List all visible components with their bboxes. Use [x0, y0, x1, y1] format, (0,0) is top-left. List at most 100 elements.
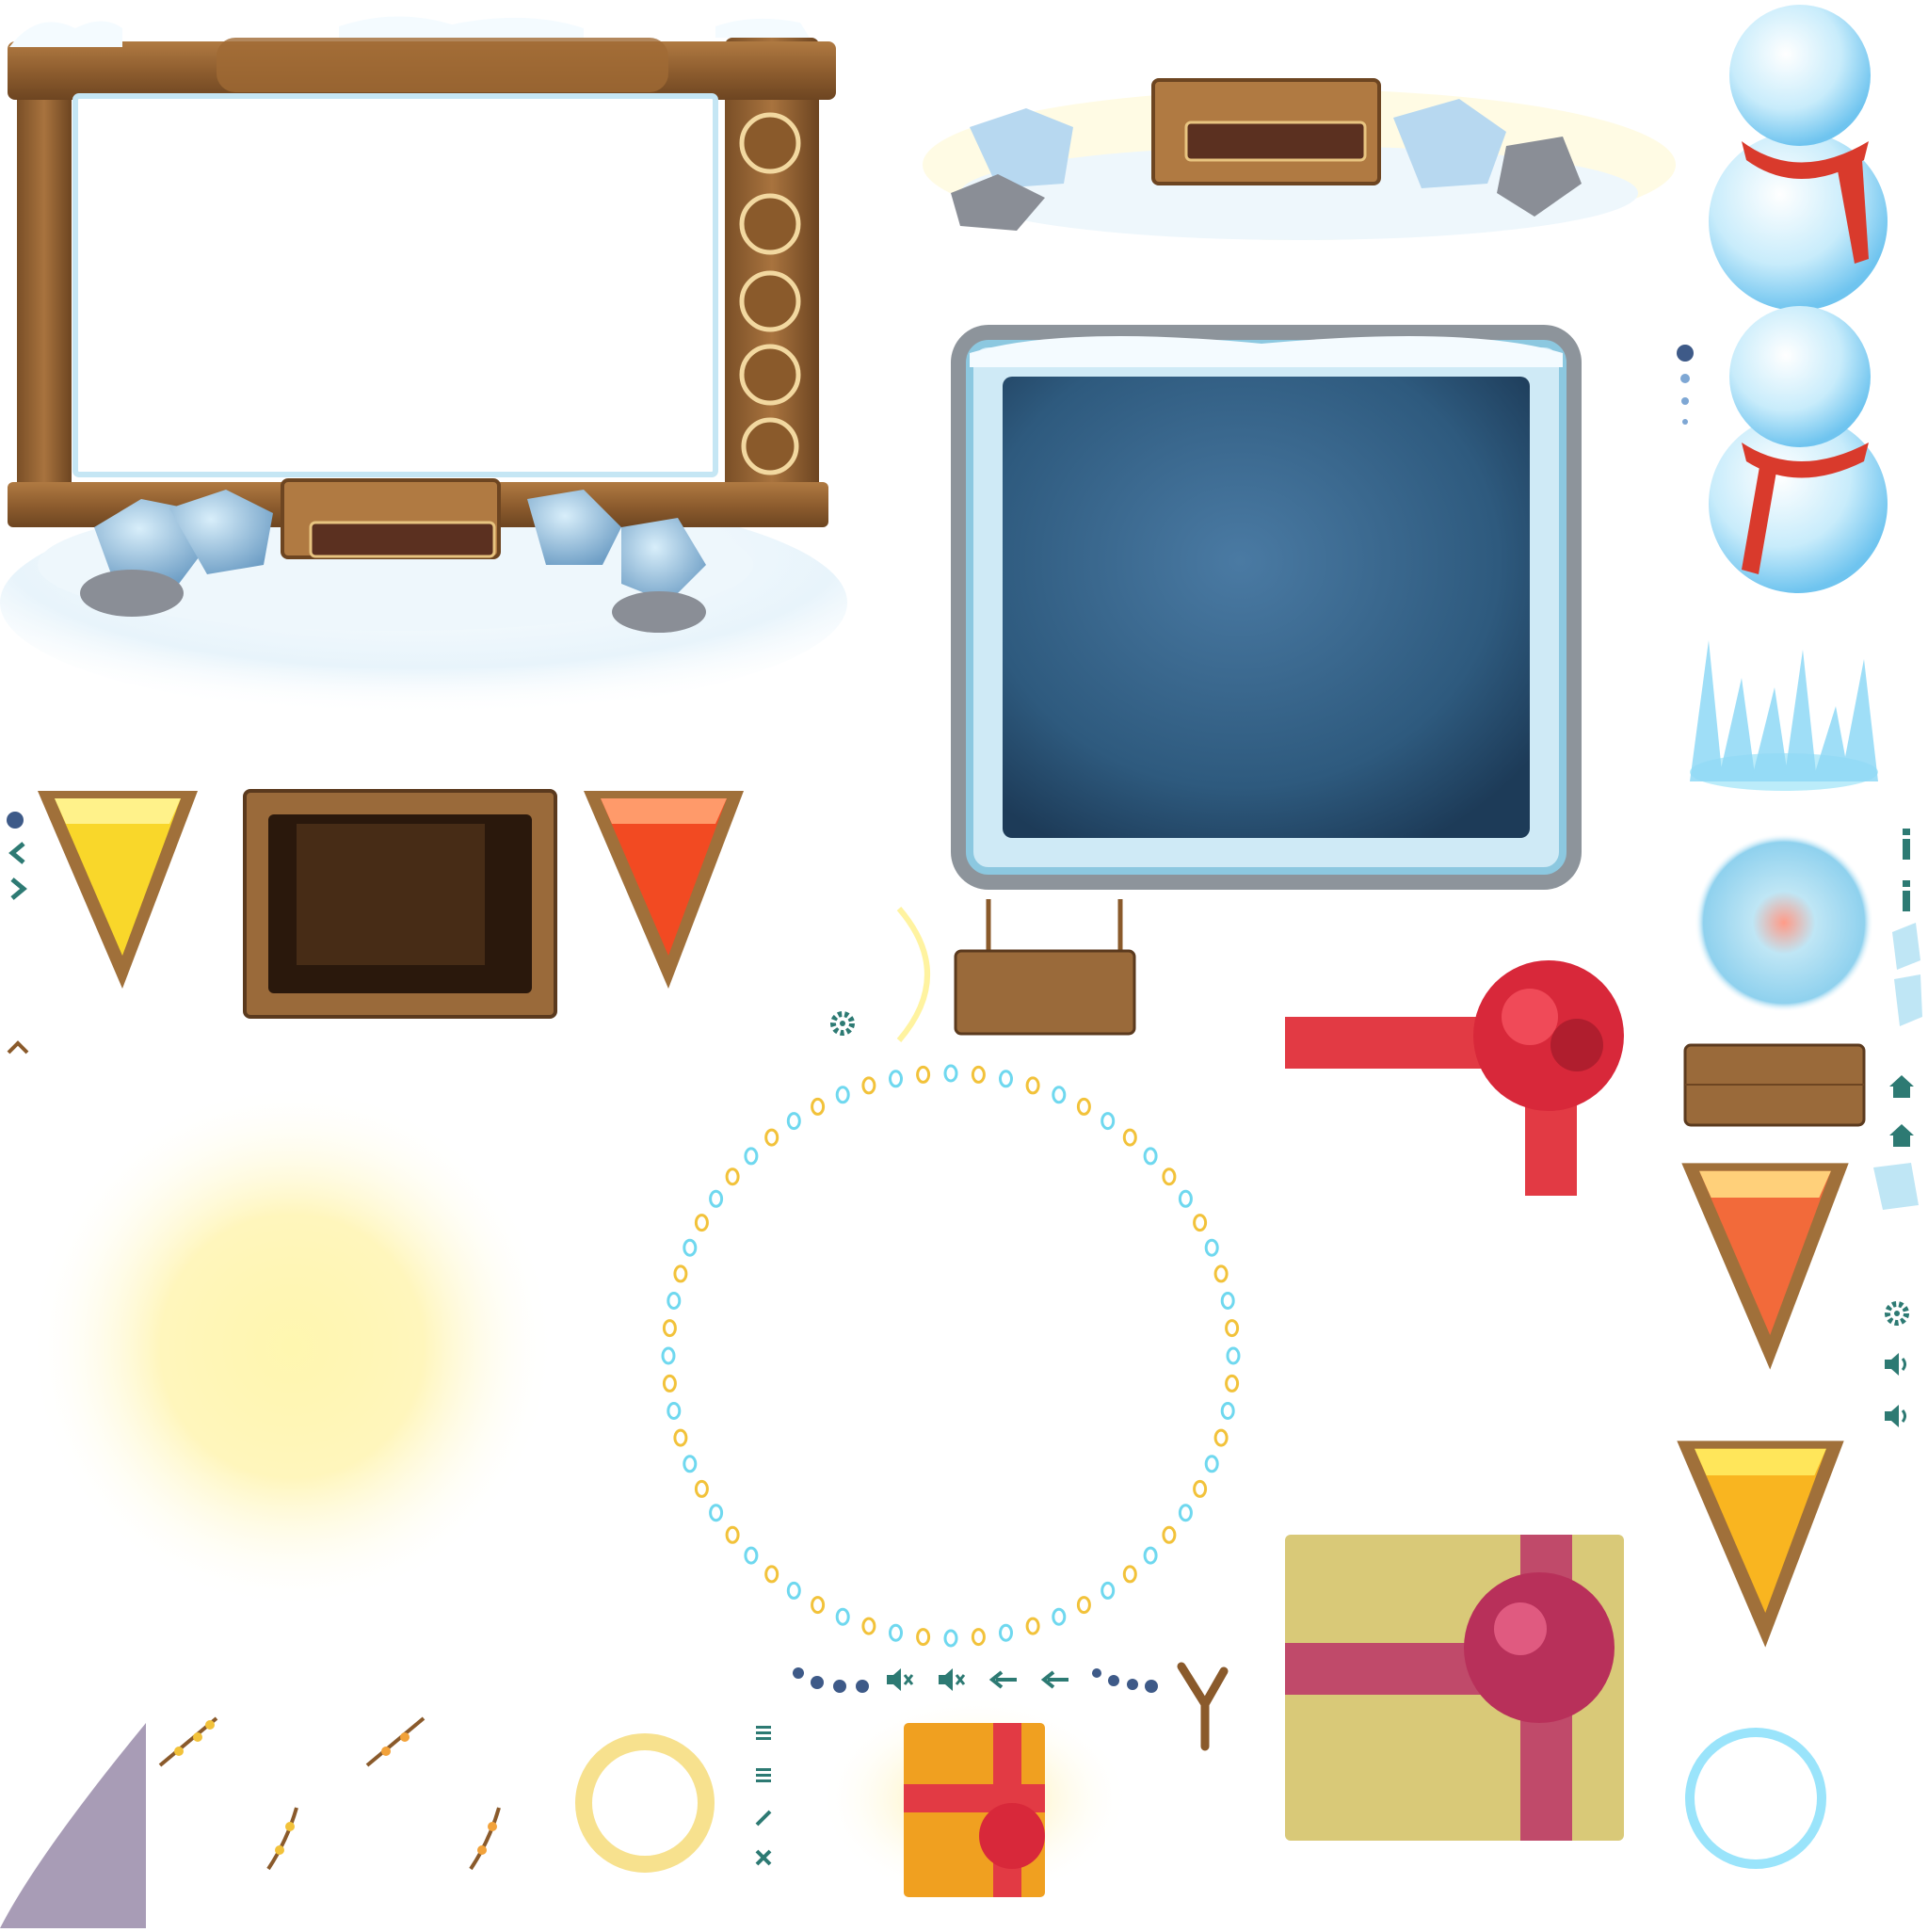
fairy-light-bead: [1220, 1402, 1235, 1420]
fairy-light-bead: [667, 1402, 682, 1420]
fairy-light-bead: [1025, 1076, 1040, 1095]
ribbon-bow: [1257, 951, 1652, 1205]
fairy-light-bead: [1143, 1546, 1158, 1565]
fairy-light-bead: [1143, 1147, 1158, 1166]
fairy-light-bead: [764, 1128, 779, 1147]
dark-wood-panel: [240, 781, 560, 1026]
fairy-light-bead: [971, 1628, 986, 1647]
light-arc: [890, 904, 946, 1045]
fairy-light-bead: [725, 1167, 740, 1186]
fairy-light-bead: [811, 1097, 826, 1116]
fairy-light-bead: [1193, 1214, 1208, 1232]
fairy-light-bead: [1213, 1428, 1229, 1447]
fairy-light-bead: [694, 1479, 709, 1498]
fairy-light-bead: [943, 1064, 958, 1083]
fairy-light-bead: [889, 1070, 903, 1088]
folded-corner: [0, 1723, 151, 1928]
mute-icon[interactable]: [885, 1666, 915, 1693]
gem-icon: [5, 810, 25, 830]
fairy-light-bead: [1225, 1319, 1240, 1338]
snowman-bottom: [1695, 301, 1902, 593]
fairy-light-bead: [1204, 1455, 1219, 1473]
ice-glow-ring: [1671, 1714, 1840, 1883]
fairy-light-bead: [662, 1319, 677, 1338]
fairy-light-bead: [916, 1628, 931, 1647]
fairy-light-bead: [673, 1264, 688, 1283]
fairy-light-bead: [673, 1428, 688, 1447]
fairy-light-bead: [1076, 1097, 1091, 1116]
berry-branch-4: [461, 1803, 518, 1874]
gold-glow-ring: [565, 1723, 725, 1883]
pie-slice-orange-yellow: [1666, 1431, 1855, 1657]
ice-spikes-fx: [1680, 621, 1888, 791]
pie-slice-red: [574, 781, 753, 998]
info-icon[interactable]: [1897, 829, 1916, 861]
fairy-light-bead: [709, 1189, 724, 1208]
gear-icon[interactable]: [828, 1009, 857, 1038]
fairy-light-bead: [662, 1374, 677, 1393]
speaker-icon-alt[interactable]: [1883, 1403, 1913, 1429]
fairy-light-bead: [835, 1086, 850, 1104]
back-arrow-icon[interactable]: [988, 1668, 1019, 1691]
fairy-light-bead: [1052, 1086, 1067, 1104]
fairy-light-ring: [650, 1055, 1252, 1657]
fairy-light-bead: [1162, 1167, 1177, 1186]
fairy-light-bead: [1213, 1264, 1229, 1283]
menu-icon-alt[interactable]: [753, 1765, 774, 1786]
chevron-up-icon[interactable]: [5, 1036, 31, 1058]
mute-icon-alt[interactable]: [937, 1666, 967, 1693]
fairy-light-bead: [744, 1147, 759, 1166]
fairy-light-bead: [683, 1238, 698, 1257]
fairy-light-bead: [1193, 1479, 1208, 1498]
slash-icon[interactable]: [753, 1808, 774, 1828]
fairy-light-bead: [1122, 1565, 1137, 1584]
fairy-light-bead: [786, 1581, 801, 1600]
pie-slice-orange-red: [1671, 1153, 1859, 1379]
fairy-light-bead: [1101, 1581, 1116, 1600]
fairy-light-bead: [1162, 1525, 1177, 1544]
small-wood-plank: [1680, 1036, 1869, 1130]
menu-icon[interactable]: [753, 1723, 774, 1744]
chevron-right-icon[interactable]: [5, 876, 31, 902]
wooden-frame-panel: [0, 0, 847, 716]
fairy-light-bead: [1220, 1292, 1235, 1310]
pebble-row: [791, 1662, 876, 1699]
back-arrow-icon-alt[interactable]: [1040, 1668, 1070, 1691]
berry-branch-2: [362, 1714, 428, 1770]
fairy-light-bead: [709, 1504, 724, 1522]
fairy-light-bead: [1226, 1346, 1241, 1365]
fairy-light-bead: [943, 1629, 958, 1648]
fairy-light-bead: [999, 1070, 1013, 1088]
berry-branch-3: [259, 1803, 315, 1874]
fairy-light-bead: [861, 1076, 876, 1095]
fairy-light-bead: [1178, 1189, 1193, 1208]
fairy-light-bead: [1052, 1607, 1067, 1626]
fairy-light-bead: [861, 1617, 876, 1635]
ice-shard-column: [1873, 923, 1928, 1243]
info-icon-alt[interactable]: [1897, 880, 1916, 912]
fairy-light-bead: [1076, 1596, 1091, 1615]
fairy-light-bead: [1122, 1128, 1137, 1147]
close-icon[interactable]: [753, 1847, 774, 1868]
gear-icon-alt[interactable]: [1883, 1299, 1911, 1328]
slingshot-icon[interactable]: [1167, 1657, 1243, 1751]
gift-box-large: [1280, 1530, 1638, 1850]
fairy-light-bead: [786, 1112, 801, 1131]
fairy-light-bead: [1225, 1374, 1240, 1393]
fairy-light-bead: [667, 1292, 682, 1310]
ice-board-panel: [951, 325, 1582, 890]
speaker-icon[interactable]: [1883, 1351, 1913, 1377]
fairy-light-bead: [999, 1623, 1013, 1642]
fairy-light-bead: [694, 1214, 709, 1232]
fairy-light-bead: [683, 1455, 698, 1473]
sunburst-glow: [28, 1083, 555, 1610]
fairy-light-bead: [916, 1065, 931, 1084]
fairy-light-bead: [744, 1546, 759, 1565]
gift-box-small-glowing: [819, 1695, 1130, 1911]
fairy-light-bead: [1101, 1112, 1116, 1131]
hanging-sign: [951, 899, 1139, 1040]
ice-header-plate: [913, 52, 1685, 240]
fairy-light-bead: [661, 1346, 676, 1365]
chevron-left-icon[interactable]: [5, 840, 31, 866]
pie-slice-yellow: [28, 781, 207, 998]
